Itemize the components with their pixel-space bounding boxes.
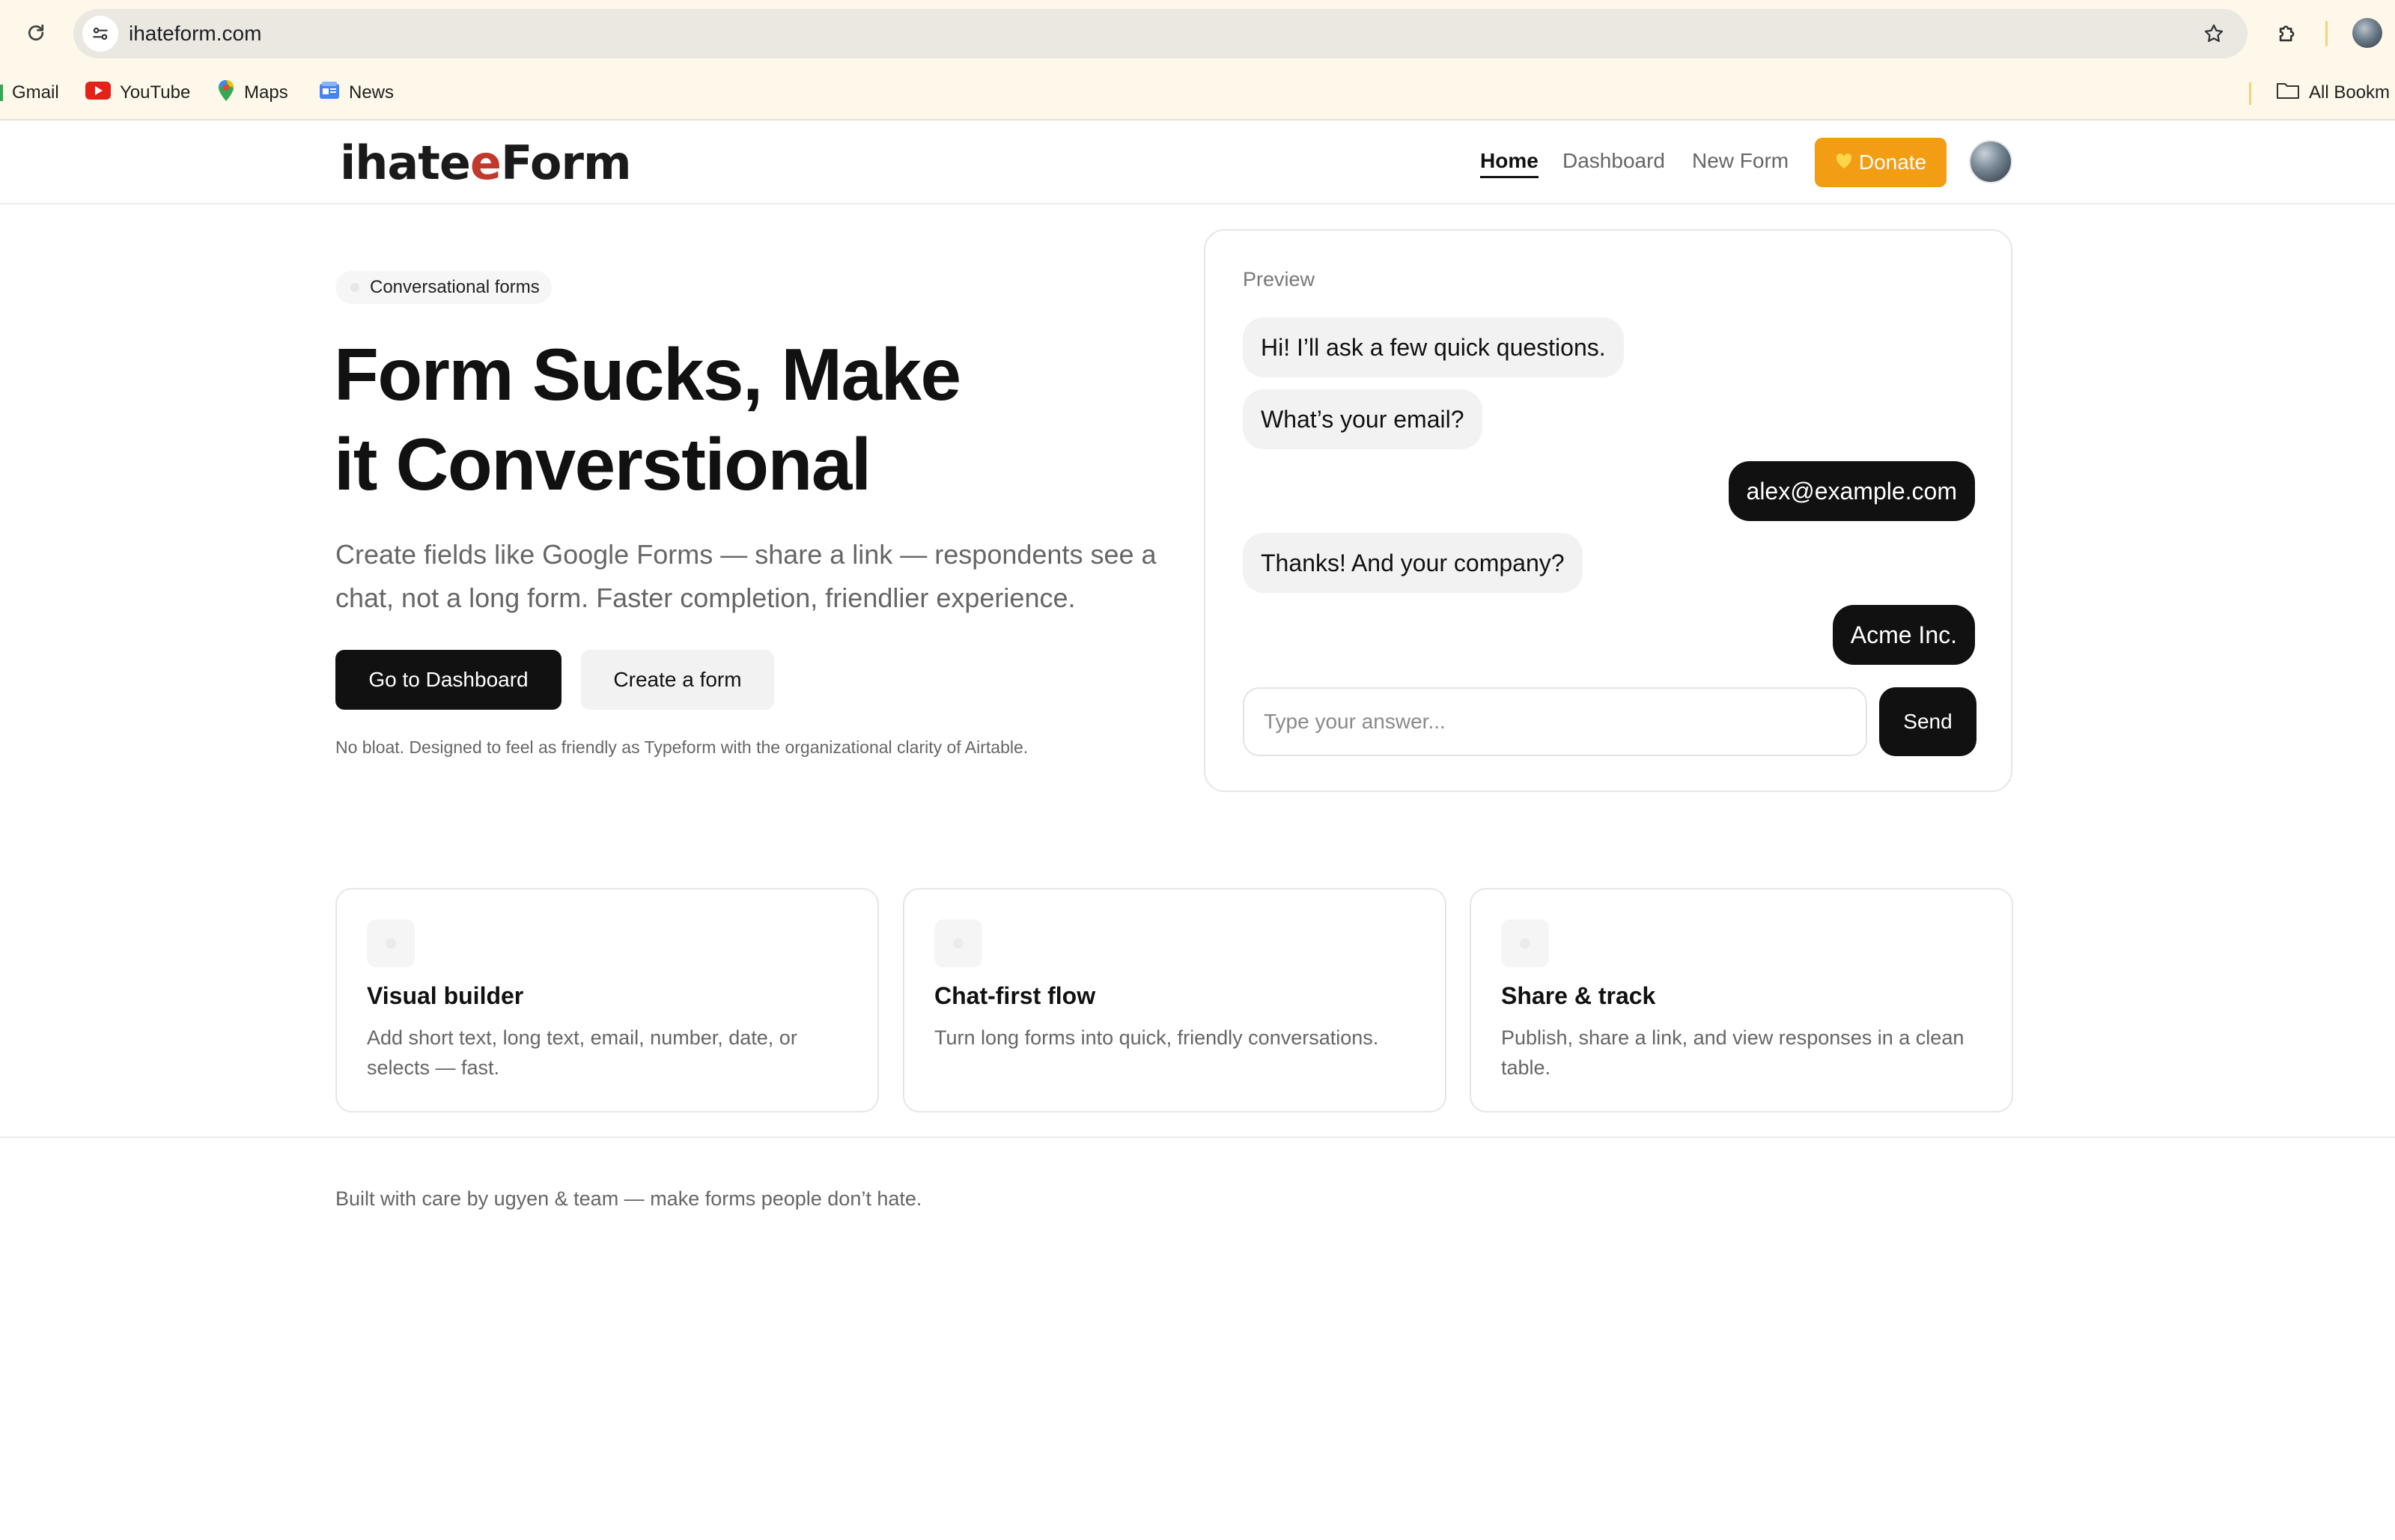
feature-description: Publish, share a link, and view response… <box>1501 1026 1965 1079</box>
hero-tag-pill: Conversational forms <box>335 271 552 304</box>
bookmark-news[interactable]: News <box>319 79 394 106</box>
feature-description: Turn long forms into quick, friendly con… <box>934 1026 1379 1049</box>
extensions-puzzle-icon[interactable] <box>2270 15 2306 51</box>
bookmark-youtube[interactable]: YouTube <box>85 79 190 106</box>
nav-home[interactable]: Home <box>1480 146 1539 178</box>
user-avatar[interactable] <box>1969 140 2012 183</box>
browser-profile-avatar[interactable] <box>2352 18 2382 48</box>
bookmarks-bar: Gmail YouTube Maps News All Bookm <box>0 72 2395 114</box>
bookmarks-divider <box>2249 82 2251 105</box>
feature-title: Visual builder <box>367 982 524 1009</box>
hero-subtitle: Create fields like Google Forms — share … <box>335 539 1157 613</box>
go-to-dashboard-button[interactable]: Go to Dashboard <box>335 650 562 710</box>
maps-icon <box>217 79 235 107</box>
feature-title: Share & track <box>1501 982 1656 1009</box>
bookmark-maps[interactable]: Maps <box>217 79 288 106</box>
dot-icon <box>350 283 359 292</box>
youtube-icon <box>85 81 111 105</box>
feature-icon <box>367 919 415 967</box>
hero-tag-label: Conversational forms <box>370 277 540 297</box>
feature-card-visual-builder: Visual builder Add short text, long text… <box>335 888 879 1113</box>
reload-icon[interactable] <box>19 16 52 49</box>
chat-bubble-user: alex@example.com <box>1728 461 1975 521</box>
bookmark-label: News <box>349 82 395 103</box>
nav-new-form[interactable]: New Form <box>1692 146 1789 176</box>
feature-title: Chat-first flow <box>934 982 1096 1009</box>
hero-note: No bloat. Designed to feel as friendly a… <box>335 737 1029 757</box>
chat-bubble-bot: Hi! I’ll ask a few quick questions. <box>1243 317 1624 377</box>
chat-preview-card: Preview Hi! I’ll ask a few quick questio… <box>1204 229 2012 792</box>
bookmark-star-icon[interactable] <box>2200 19 2228 48</box>
footer-divider <box>0 1136 2395 1138</box>
donate-button[interactable]: Donate <box>1815 138 1947 187</box>
folder-icon <box>2276 81 2300 106</box>
chat-bubble-bot: What’s your email? <box>1243 389 1482 449</box>
toolbar-divider <box>2325 21 2328 46</box>
all-bookmarks[interactable]: All Bookm <box>2276 79 2390 106</box>
gmail-icon <box>0 85 3 101</box>
answer-input[interactable] <box>1243 687 1867 756</box>
logo-text: ihate <box>340 136 471 190</box>
browser-toolbar: ihateform.com <box>0 0 2395 67</box>
send-button[interactable]: Send <box>1879 687 1976 756</box>
site-logo[interactable]: ihateeForm <box>340 136 632 190</box>
hero-title-line-1: Form Sucks, Make <box>334 333 961 416</box>
feature-card-share-track: Share & track Publish, share a link, and… <box>1470 888 2013 1113</box>
site-header: ihateeForm Home Dashboard New Form Donat… <box>0 121 2395 204</box>
feature-description: Add short text, long text, email, number… <box>367 1026 797 1079</box>
feature-icon <box>934 919 982 967</box>
browser-chrome: ihateform.com Gmail YouTube Maps News Al… <box>0 0 2395 121</box>
news-icon <box>319 81 340 106</box>
bookmark-label: Maps <box>244 82 288 103</box>
donate-label: Donate <box>1858 150 1927 174</box>
url-text[interactable]: ihateform.com <box>129 21 261 46</box>
address-bar[interactable]: ihateform.com <box>73 9 2248 58</box>
site-info-icon[interactable] <box>82 16 118 52</box>
feature-icon <box>1501 919 1549 967</box>
create-form-button[interactable]: Create a form <box>581 650 774 710</box>
bookmark-gmail[interactable]: Gmail <box>0 79 59 106</box>
chat-bubble-user: Acme Inc. <box>1832 605 1975 665</box>
logo-accent-letter: e <box>469 136 502 190</box>
feature-card-chat-first-flow: Chat-first flow Turn long forms into qui… <box>903 888 1446 1113</box>
nav-dashboard[interactable]: Dashboard <box>1562 146 1665 176</box>
chat-bubble-bot: Thanks! And your company? <box>1243 533 1583 593</box>
heart-icon <box>1835 150 1853 174</box>
all-bookmarks-label: All Bookm <box>2309 82 2391 103</box>
footer-text: Built with care by ugyen & team — make f… <box>335 1187 922 1210</box>
hero-title-line-2: it Converstional <box>334 423 871 505</box>
preview-label: Preview <box>1243 268 1315 290</box>
bookmark-label: YouTube <box>120 82 191 103</box>
logo-text-suffix: Form <box>500 136 632 190</box>
bookmark-label: Gmail <box>12 82 59 103</box>
hero-title: Form Sucks, Make it Converstional <box>334 329 1157 509</box>
